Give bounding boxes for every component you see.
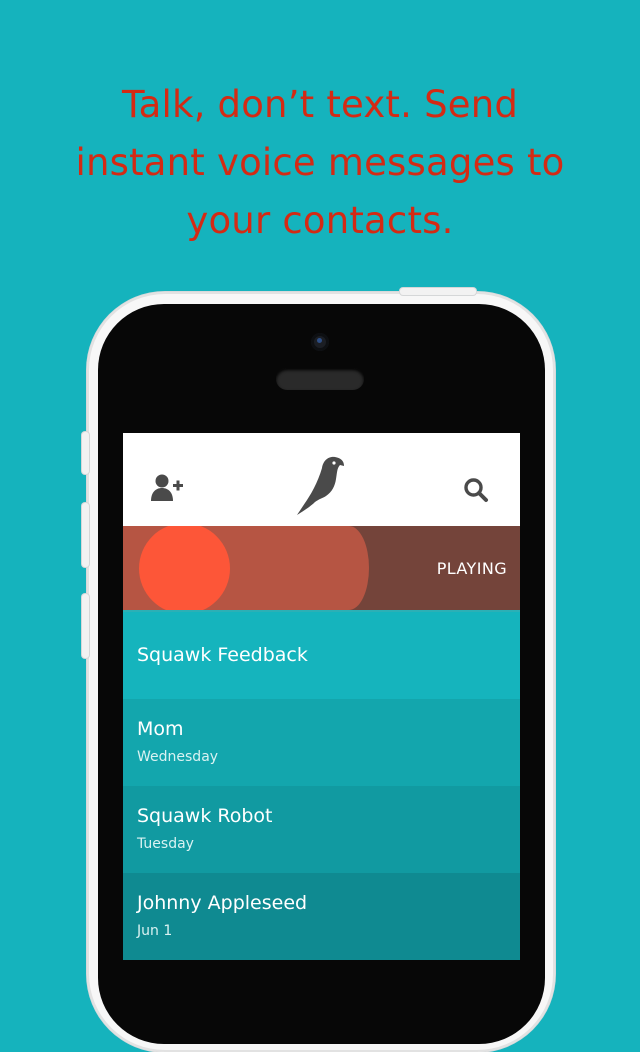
conversation-name: Squawk Feedback	[137, 644, 308, 666]
conversation-date: Wednesday	[137, 749, 219, 765]
nav-bar	[123, 433, 520, 526]
player-status-label: PLAYING	[436, 559, 507, 578]
parrot-logo-icon	[295, 455, 347, 517]
phone-mute-switch	[82, 432, 89, 474]
conversation-list: Squawk Feedback Mom Wednesday Squawk Robot T…	[123, 612, 520, 960]
search-icon[interactable]	[463, 477, 489, 503]
phone-volume-up-button	[82, 503, 89, 567]
voice-message-player[interactable]: PLAYING	[123, 526, 520, 612]
conversation-row[interactable]: Mom Wednesday	[123, 699, 520, 786]
add-contact-icon[interactable]	[151, 473, 185, 503]
headline-line-1: Talk, don’t text. Send	[121, 83, 519, 126]
playback-indicator[interactable]	[139, 526, 230, 612]
phone-volume-down-button	[82, 594, 89, 658]
headline-line-3: your contacts.	[186, 199, 454, 242]
conversation-date: Tuesday	[137, 836, 194, 852]
conversation-name: Johnny Appleseed	[137, 892, 308, 914]
conversation-date: Jun 1	[137, 923, 173, 939]
conversation-name: Squawk Robot	[137, 805, 273, 827]
phone-power-button	[400, 288, 476, 295]
headline: Talk, don’t text. Send instant voice mes…	[40, 76, 600, 250]
headline-line-2: instant voice messages to	[75, 141, 565, 184]
app-screen: PLAYING Squawk Feedback Mom Wednesday Squaw…	[123, 433, 520, 960]
earpiece-speaker	[276, 368, 364, 390]
front-camera	[311, 333, 329, 351]
conversation-row[interactable]: Squawk Robot Tuesday	[123, 786, 520, 873]
conversation-row[interactable]: Johnny Appleseed Jun 1	[123, 873, 520, 960]
conversation-row[interactable]: Squawk Feedback	[123, 612, 520, 699]
conversation-name: Mom	[137, 718, 184, 740]
